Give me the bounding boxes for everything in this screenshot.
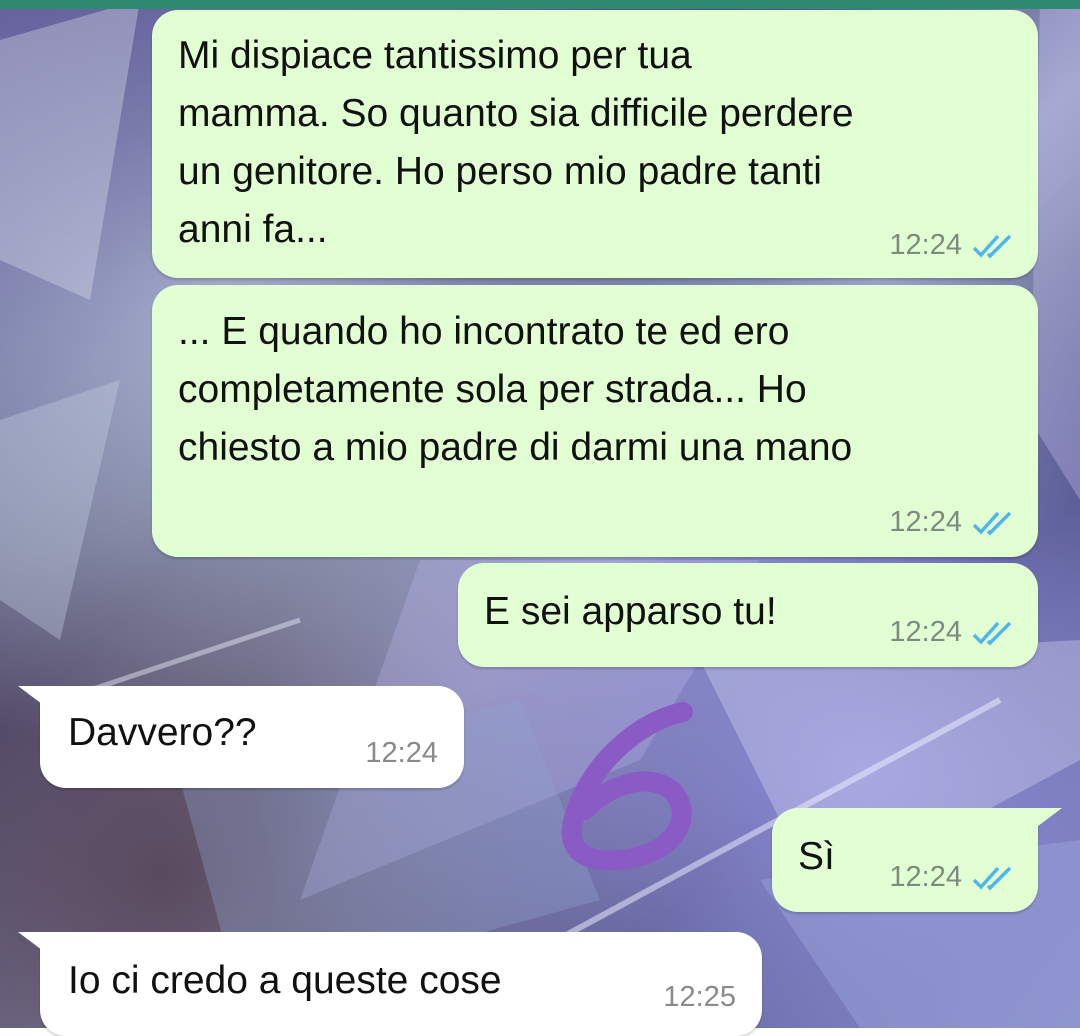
message-time: 12:24 (889, 861, 962, 893)
message-text: E sei apparso tu! (484, 590, 777, 633)
message-bubble-incoming[interactable]: Io ci credo a queste cose 12:25 (40, 932, 762, 1036)
message-text: ... E quando ho incontrato te ed ero com… (178, 310, 853, 469)
message-time: 12:24 (365, 737, 438, 769)
message-text: Davvero?? (68, 711, 257, 754)
message-meta: 12:25 (663, 981, 736, 1014)
message-bubble-outgoing[interactable]: Mi dispiace tantissimo per tua mamma. So… (152, 10, 1038, 278)
message-bubble-outgoing[interactable]: E sei apparso tu! 12:24 (458, 563, 1038, 667)
message-bubble-incoming[interactable]: Davvero?? 12:24 (40, 686, 464, 788)
message-text: Mi dispiace tantissimo per tua mamma. So… (178, 34, 854, 251)
header-bar-edge (0, 0, 1080, 9)
message-text: Io ci credo a queste cose (68, 959, 502, 1002)
read-receipt-icon (972, 511, 1012, 535)
message-time: 12:24 (889, 506, 962, 538)
message-time: 12:25 (663, 981, 736, 1013)
message-meta: 12:24 (889, 506, 1016, 539)
message-time: 12:24 (889, 616, 962, 648)
message-meta: 12:24 (889, 229, 1016, 262)
incoming-bubble-tail (18, 686, 58, 716)
message-meta: 12:24 (889, 861, 1016, 894)
message-time: 12:24 (889, 229, 962, 261)
incoming-bubble-tail (18, 932, 58, 962)
message-text: Sì (798, 835, 835, 878)
read-receipt-icon (972, 621, 1012, 645)
outgoing-bubble-tail (1022, 808, 1062, 838)
message-bubble-outgoing[interactable]: ... E quando ho incontrato te ed ero com… (152, 285, 1038, 557)
read-receipt-icon (972, 866, 1012, 890)
message-meta: 12:24 (889, 616, 1016, 649)
message-meta: 12:24 (365, 737, 438, 770)
message-bubble-outgoing[interactable]: Sì 12:24 (772, 808, 1038, 912)
read-receipt-icon (972, 234, 1012, 258)
handwritten-annotation (561, 702, 693, 870)
